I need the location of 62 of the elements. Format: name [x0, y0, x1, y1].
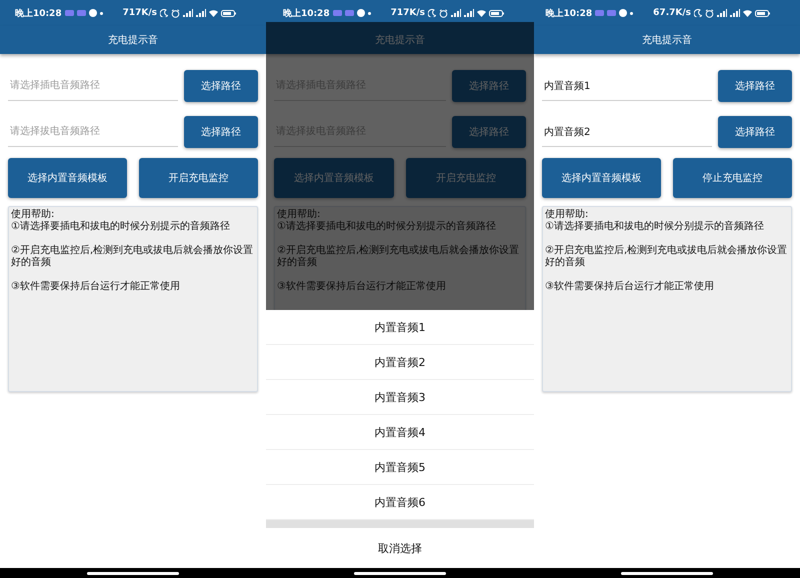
network-speed: 717K/s [390, 8, 425, 18]
network-speed: 67.7K/s [653, 8, 691, 18]
dot-icon [368, 12, 371, 14]
help-text: ②开启充电监控后,检测到充电或拔电后就会播放你设置好的音频 [277, 245, 520, 269]
dot-icon [630, 12, 634, 14]
path-input[interactable]: 内置音频2 [542, 117, 712, 147]
help-text: ③软件需要保持后台运行才能正常使用 [545, 281, 715, 293]
action-button[interactable]: 选择内置音频模板 [542, 158, 661, 198]
help-text: ③软件需要保持后台运行才能正常使用 [11, 281, 181, 293]
modal-backdrop[interactable] [266, 22, 534, 310]
status-time: 晚上10:28 [14, 7, 62, 20]
help-text: ①请选择要插电和拔电的时候分别提示的音频路径 [545, 221, 765, 233]
wifi-icon [477, 10, 486, 16]
app-title: 充电提示音 [108, 34, 158, 47]
signal-icon [717, 9, 727, 17]
app-title: 充电提示音 [375, 34, 425, 47]
wifi-icon [743, 10, 752, 16]
action-button[interactable]: 开启充电监控 [139, 158, 258, 198]
circle-icon [619, 9, 628, 17]
action-button[interactable]: 选择内置音频模板 [8, 158, 127, 198]
moon-icon [428, 9, 436, 17]
path-input[interactable]: 请选择拔电音频路径 [8, 117, 178, 147]
choose-path-button[interactable]: 选择路径 [184, 70, 258, 102]
signal-icon [196, 9, 206, 17]
help-text: ③软件需要保持后台运行才能正常使用 [277, 281, 447, 293]
app-title: 充电提示音 [642, 34, 692, 47]
action-button[interactable]: 停止充电监控 [673, 158, 792, 198]
status-time: 晚上10:28 [546, 7, 592, 20]
help-text: ②开启充电监控后,检测到充电或拔电后就会播放你设置好的音频 [11, 245, 254, 269]
alarm-icon [439, 8, 448, 18]
path-input[interactable]: 内置音频1 [542, 71, 712, 101]
circle-icon [356, 9, 365, 17]
choose-path-button[interactable]: 选择路径 [718, 116, 792, 148]
moon-icon [694, 9, 702, 17]
help-title: 使用帮助: [545, 209, 590, 220]
choose-path-button[interactable]: 选择路径 [718, 70, 792, 102]
network-speed: 717K/s [122, 8, 157, 18]
status-time: 晚上10:28 [282, 7, 330, 20]
wifi-icon [209, 10, 218, 16]
path-input[interactable]: 请选择插电音频路径 [8, 71, 178, 101]
alarm-icon [171, 8, 180, 18]
circle-icon [88, 9, 97, 17]
signal-icon [451, 9, 461, 17]
help-text: ②开启充电监控后,检测到充电或拔电后就会播放你设置好的音频 [545, 245, 788, 269]
choose-path-button[interactable]: 选择路径 [184, 116, 258, 148]
help-text: ①请选择要插电和拔电的时候分别提示的音频路径 [277, 221, 497, 233]
battery-icon [755, 10, 770, 16]
battery-icon [489, 10, 504, 16]
help-title: 使用帮助: [11, 209, 56, 220]
home-indicator[interactable] [354, 572, 446, 574]
home-indicator[interactable] [87, 572, 179, 574]
signal-icon [730, 9, 740, 17]
battery-icon [221, 10, 236, 16]
signal-icon [183, 9, 193, 17]
alarm-icon [705, 8, 714, 18]
cancel-option[interactable]: 取消选择 [266, 528, 534, 568]
home-indicator[interactable] [621, 572, 713, 574]
signal-icon [464, 9, 474, 17]
moon-icon [160, 9, 168, 17]
dot-icon [100, 12, 103, 14]
help-text: ①请选择要插电和拔电的时候分别提示的音频路径 [11, 221, 231, 233]
help-title: 使用帮助: [277, 209, 322, 220]
